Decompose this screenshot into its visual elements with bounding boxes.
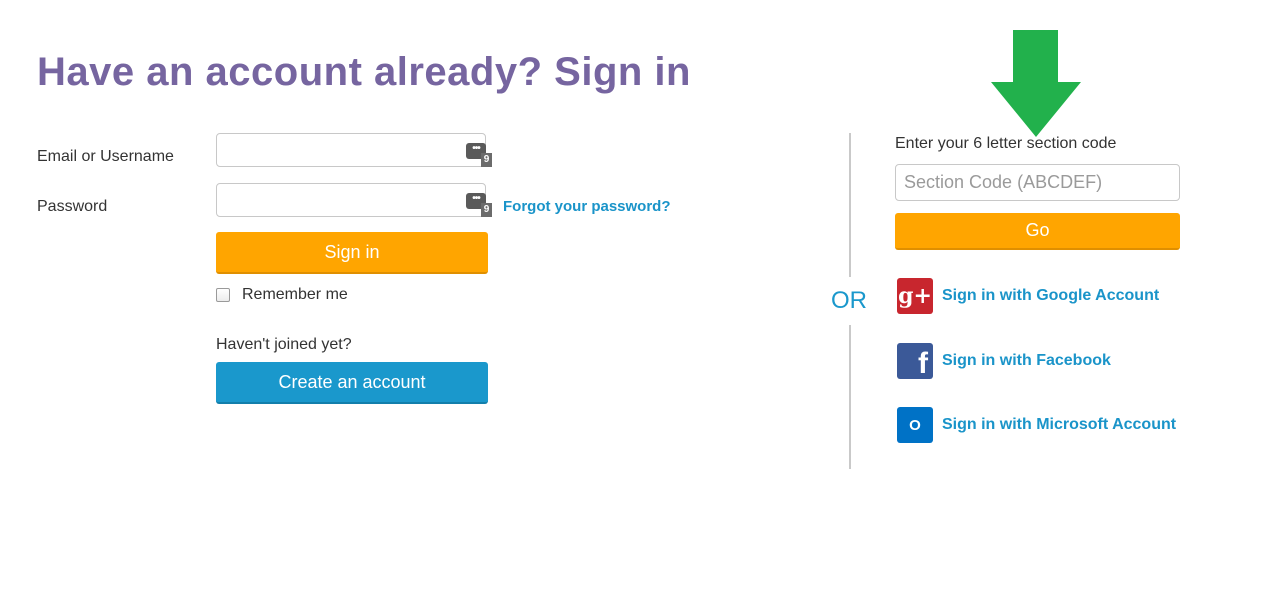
- section-code-label: Enter your 6 letter section code: [895, 135, 1117, 152]
- remember-me-checkbox[interactable]: [216, 288, 230, 302]
- section-code-input[interactable]: [895, 164, 1180, 201]
- outlook-icon: O: [897, 407, 933, 443]
- remember-me[interactable]: Remember me: [216, 286, 348, 304]
- or-separator: OR: [831, 287, 867, 314]
- google-sign-in-button[interactable]: g+ Sign in with Google Account: [897, 278, 1159, 314]
- not-joined-text: Haven't joined yet?: [216, 336, 352, 353]
- google-sign-in-label: Sign in with Google Account: [942, 287, 1160, 304]
- password-manager-icon[interactable]: ••• 9: [466, 143, 492, 167]
- facebook-sign-in-label: Sign in with Facebook: [942, 352, 1111, 369]
- email-label: Email or Username: [37, 148, 174, 165]
- go-button[interactable]: Go: [895, 213, 1180, 250]
- create-account-button[interactable]: Create an account: [216, 362, 488, 404]
- divider-bottom: [849, 325, 851, 469]
- sign-in-page: Have an account already? Sign in Email o…: [0, 0, 1280, 596]
- password-field[interactable]: [216, 183, 486, 217]
- microsoft-sign-in-label: Sign in with Microsoft Account: [942, 416, 1177, 433]
- remember-me-label: Remember me: [242, 286, 348, 303]
- microsoft-sign-in-button[interactable]: O Sign in with Microsoft Account: [897, 407, 1176, 443]
- forgot-password-link[interactable]: Forgot your password?: [503, 198, 671, 215]
- sign-in-button[interactable]: Sign in: [216, 232, 488, 274]
- password-label: Password: [37, 198, 108, 215]
- facebook-sign-in-button[interactable]: f Sign in with Facebook: [897, 343, 1111, 379]
- password-manager-badge: 9: [481, 203, 492, 217]
- divider-top: [849, 133, 851, 277]
- password-manager-badge: 9: [481, 153, 492, 167]
- page-title: Have an account already? Sign in: [37, 50, 691, 94]
- facebook-icon: f: [897, 343, 933, 379]
- password-manager-icon[interactable]: ••• 9: [466, 193, 492, 217]
- email-field[interactable]: [216, 133, 486, 167]
- google-plus-icon: g+: [897, 278, 933, 314]
- down-arrow-icon: [991, 30, 1081, 137]
